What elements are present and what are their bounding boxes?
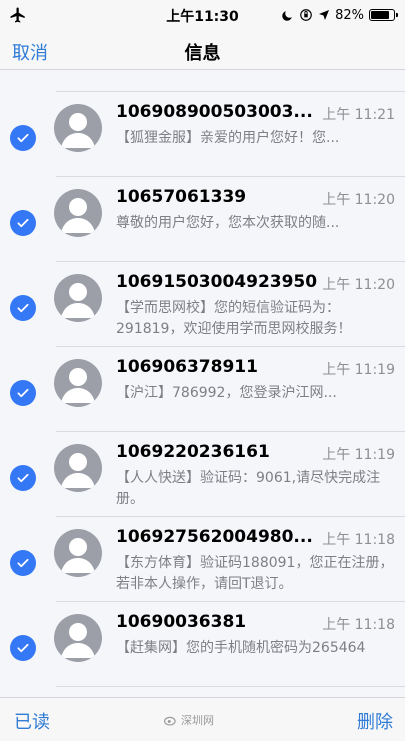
- message-sender: 10657061339: [116, 187, 247, 207]
- watermark-text: 深圳网: [181, 714, 214, 727]
- mark-read-button[interactable]: 已读: [14, 708, 50, 734]
- message-sender: 1069220236161: [116, 442, 270, 462]
- page-title: 信息: [184, 43, 221, 64]
- checkmark-icon[interactable]: [10, 550, 36, 576]
- checkmark-icon[interactable]: [10, 465, 36, 491]
- avatar: [54, 189, 102, 237]
- message-preview: 尊敬的用户您好，您本次获取的随...: [116, 215, 340, 231]
- message-content: 106927562004980... 上午 11:18 【东方体育】验证码18809…: [116, 527, 395, 595]
- checkmark-icon[interactable]: [10, 125, 36, 151]
- message-row[interactable]: 10691503004923950 上午 11:20 【学而思网校】您的短信验证码为…: [0, 262, 405, 347]
- message-sender: 106906378911: [116, 357, 258, 377]
- message-list[interactable]: 106908900503003... 上午 11:21 【狐狸金服】亲爱的用户您好！…: [0, 71, 405, 697]
- avatar: [54, 104, 102, 152]
- message-row[interactable]: 1069220236161 上午 11:19 【人人快送】验证码：9061,请尽快完…: [0, 432, 405, 517]
- avatar: [54, 444, 102, 492]
- message-time: 上午 11:19: [322, 447, 395, 463]
- message-time: 上午 11:19: [322, 362, 395, 378]
- message-sender: 106908900503003...: [116, 102, 313, 122]
- message-sender: 10691503004923950: [116, 272, 318, 292]
- checkmark-icon[interactable]: [10, 295, 36, 321]
- message-time: 上午 11:20: [322, 277, 395, 293]
- message-preview: 【东方体育】验证码188091，您正在注册，若非本人操作，请回T退订。: [116, 555, 394, 592]
- message-preview: 【赶集网】您的手机随机密码为265464: [116, 640, 366, 656]
- nav-bar: 取消 信息: [0, 30, 405, 70]
- orientation-lock-icon: [300, 9, 312, 21]
- battery-percent: 82%: [335, 7, 364, 23]
- message-sender: 106927562004980...: [116, 527, 313, 547]
- delete-button[interactable]: 删除: [357, 708, 393, 734]
- message-preview: 【沪江】786992，您登录沪江网...: [116, 385, 337, 401]
- message-content: 106908900503003... 上午 11:21 【狐狸金服】亲爱的用户您好！…: [116, 102, 395, 170]
- message-preview: 【人人快送】验证码：9061,请尽快完成注册。: [116, 470, 381, 507]
- message-time: 上午 11:18: [322, 617, 395, 633]
- avatar: [54, 274, 102, 322]
- moon-icon: [282, 10, 292, 21]
- status-bar: 上午11:30 82%: [0, 0, 405, 30]
- weibo-logo-icon: [164, 716, 176, 726]
- message-time: 上午 11:20: [322, 192, 395, 208]
- bottom-toolbar: 已读 深圳网 删除: [0, 697, 405, 741]
- message-content: 10690036381 上午 11:18 【赶集网】您的手机随机密码为265464: [116, 612, 395, 680]
- battery-icon: [369, 9, 398, 21]
- divider: [56, 686, 405, 687]
- checkmark-icon[interactable]: [10, 380, 36, 406]
- message-row[interactable]: 106927562004980... 上午 11:18 【东方体育】验证码18809…: [0, 517, 405, 602]
- message-time: 上午 11:18: [322, 532, 395, 548]
- message-preview: 【狐狸金服】亲爱的用户您好！您...: [116, 130, 340, 146]
- location-icon: [319, 10, 330, 20]
- message-content: 10691503004923950 上午 11:20 【学而思网校】您的短信验证码为…: [116, 272, 395, 340]
- avatar: [54, 614, 102, 662]
- message-row[interactable]: 10657061339 上午 11:20 尊敬的用户您好，您本次获取的随...: [0, 177, 405, 262]
- avatar: [54, 529, 102, 577]
- checkmark-icon[interactable]: [10, 635, 36, 661]
- message-row[interactable]: 106906378911 上午 11:19 【沪江】786992，您登录沪江网...: [0, 347, 405, 432]
- message-content: 1069220236161 上午 11:19 【人人快送】验证码：9061,请尽快完…: [116, 442, 395, 510]
- checkmark-icon[interactable]: [10, 210, 36, 236]
- message-row[interactable]: 106908900503003... 上午 11:21 【狐狸金服】亲爱的用户您好！…: [0, 92, 405, 177]
- message-preview: 【学而思网校】您的短信验证码为：291819，欢迎使用学而思网校服务！: [116, 300, 352, 337]
- message-sender: 10690036381: [116, 612, 247, 632]
- status-indicators: 82%: [281, 6, 398, 24]
- avatar: [54, 359, 102, 407]
- list-item-partial[interactable]: [0, 71, 405, 92]
- message-row[interactable]: 10690036381 上午 11:18 【赶集网】您的手机随机密码为265464: [0, 602, 405, 687]
- message-content: 10657061339 上午 11:20 尊敬的用户您好，您本次获取的随...: [116, 187, 395, 255]
- watermark: 深圳网: [164, 712, 214, 728]
- message-content: 106906378911 上午 11:19 【沪江】786992，您登录沪江网...: [116, 357, 395, 425]
- message-time: 上午 11:21: [322, 107, 395, 123]
